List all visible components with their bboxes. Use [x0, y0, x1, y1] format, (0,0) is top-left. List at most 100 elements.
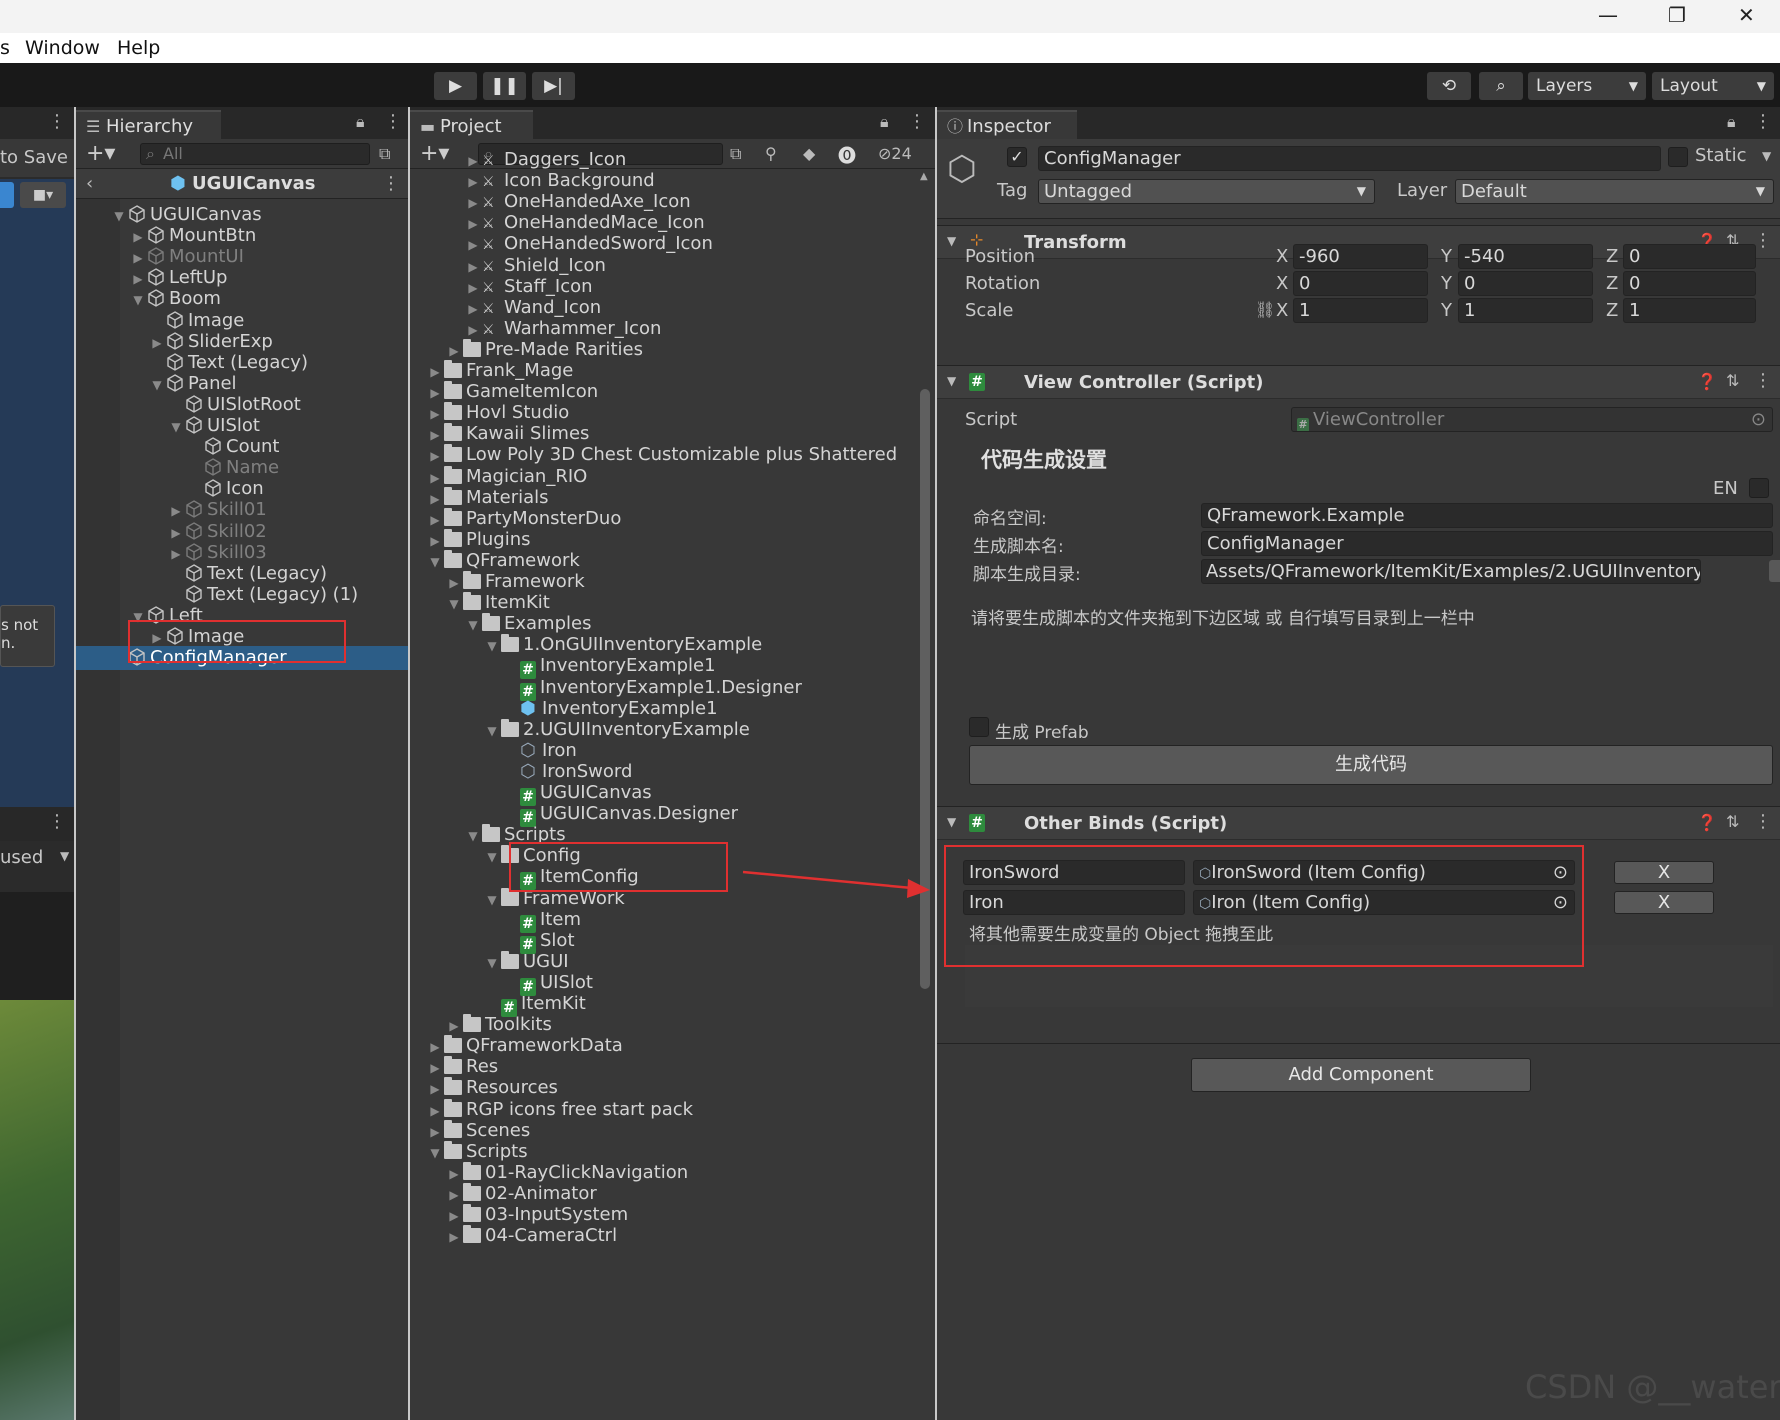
scene-visibility-icon[interactable]: ⧉ [379, 144, 390, 164]
project-item-label: Materials [466, 486, 549, 508]
project-item-label: UGUICanvas.Designer [540, 803, 739, 825]
scale-z-axis-label[interactable]: Z [1606, 300, 1618, 321]
layout-dropdown[interactable]: Layout ▼ [1652, 72, 1774, 100]
help-icon[interactable]: ❓ [1697, 372, 1717, 391]
close-button[interactable]: ✕ [1738, 3, 1755, 27]
warning-icon[interactable]: ⓿ [838, 142, 856, 168]
project-item-label: Resources [466, 1077, 558, 1099]
menu-window[interactable]: Window [25, 37, 100, 59]
position-z-axis-label[interactable]: Z [1606, 246, 1618, 267]
hierarchy-search-input[interactable]: ⌕ All [140, 143, 370, 165]
project-item-label: UGUICanvas [540, 782, 652, 803]
rotation-z-field[interactable]: 0 [1623, 271, 1756, 296]
menu-help[interactable]: Help [117, 37, 160, 59]
scroll-up-icon[interactable]: ▲ [920, 171, 928, 182]
more-icon[interactable]: ⋮ [1754, 370, 1772, 391]
add-icon[interactable]: +▾ [86, 141, 115, 166]
tab-hierarchy[interactable]: ☰ Hierarchy [76, 110, 221, 139]
more-icon[interactable]: ⋮ [1754, 111, 1772, 132]
filter-type-icon[interactable]: ⚲ [765, 144, 777, 163]
prefab-checkbox[interactable] [969, 717, 989, 737]
tab-inspector[interactable]: ⓘ Inspector [937, 110, 1077, 139]
restore-button[interactable]: ❐ [1668, 3, 1686, 27]
more-icon[interactable]: ⋮ [384, 111, 402, 132]
more-icon[interactable]: ⋮ [1754, 811, 1772, 832]
script-name-label: 生成脚本名: [973, 537, 1064, 557]
position-z-field[interactable]: 0 [1623, 244, 1756, 269]
menu-partial[interactable]: s [0, 37, 10, 59]
help-icon[interactable]: ❓ [1697, 813, 1717, 832]
scale-z-field[interactable]: 1 [1623, 298, 1756, 323]
project-item-label: QFramework [466, 549, 580, 571]
more-icon[interactable]: ⋮ [382, 173, 400, 194]
active-checkbox[interactable]: ✓ [1007, 147, 1027, 167]
folder-icon [444, 549, 462, 568]
label-icon[interactable]: ◆ [803, 144, 815, 163]
static-checkbox[interactable] [1668, 147, 1688, 167]
collapsed-arrow-icon[interactable]: ▶ [445, 1225, 463, 1249]
annotation-arrow [742, 870, 930, 898]
layers-dropdown[interactable]: Layers ▼ [1528, 72, 1646, 100]
chevron-down-icon[interactable]: ▼ [1762, 149, 1771, 163]
back-icon[interactable]: ‹ [86, 173, 93, 194]
position-x-axis-label[interactable]: X [1276, 246, 1288, 267]
more-icon[interactable]: ⋮ [908, 111, 926, 132]
pause-icon: ❚❚ [490, 76, 519, 96]
scene-view[interactable] [0, 179, 74, 807]
search-window-icon[interactable]: ⧉ [730, 144, 741, 164]
add-component-button[interactable]: Add Component [1191, 1058, 1531, 1092]
prefab-label: 生成 Prefab [995, 723, 1089, 743]
history-button[interactable]: ⟲ [1427, 72, 1471, 100]
rotation-y-axis-label[interactable]: Y [1441, 273, 1452, 294]
rotation-x-field[interactable]: 0 [1293, 271, 1428, 296]
scale-x-field[interactable]: 1 [1293, 298, 1428, 323]
remove-bind-button[interactable]: X [1614, 861, 1714, 884]
tab-project[interactable]: ▬ Project [410, 110, 533, 139]
rotation-z-axis-label[interactable]: Z [1606, 273, 1618, 294]
project-scrollbar[interactable]: ▲ [918, 169, 932, 1420]
otherbinds-header[interactable]: ▼ # Other Binds (Script) ❓ ⇅ ⋮ [937, 806, 1780, 840]
search-button[interactable]: ⌕ [1479, 72, 1523, 100]
layer-dropdown[interactable]: Default ▼ [1455, 179, 1774, 204]
project-item-label: QFrameworkData [466, 1035, 623, 1057]
hierarchy-item-label: UGUICanvas [150, 204, 262, 225]
pause-button[interactable]: ❚❚ [483, 72, 526, 100]
lock-icon[interactable]: 🔒︎ [880, 112, 889, 132]
project-item[interactable]: ▶ 04-CameraCtrl [410, 1224, 617, 1248]
position-y-axis-label[interactable]: Y [1441, 246, 1452, 267]
script-name-field[interactable]: ConfigManager [1201, 531, 1773, 556]
position-y-field[interactable]: -540 [1458, 244, 1593, 269]
preset-icon[interactable]: ⇅ [1726, 371, 1739, 390]
en-checkbox[interactable] [1749, 478, 1769, 498]
play-button[interactable]: ▶ [434, 72, 477, 100]
remove-bind-button[interactable]: X [1614, 891, 1714, 914]
more-icon[interactable]: ⋮ [1754, 230, 1772, 251]
scale-y-axis-label[interactable]: Y [1441, 300, 1452, 321]
minimize-button[interactable]: — [1598, 3, 1618, 27]
lock-icon[interactable]: 🔒︎ [356, 112, 365, 132]
more-icon[interactable]: ⋮ [48, 811, 66, 832]
namespace-field[interactable]: QFramework.Example [1201, 503, 1773, 528]
lock-icon[interactable]: 🔒︎ [1727, 112, 1736, 132]
script-dir-field[interactable]: Assets/QFramework/ItemKit/Examples/2.UGU… [1201, 559, 1701, 584]
preset-icon[interactable]: ⇅ [1726, 812, 1739, 831]
scale-y-field[interactable]: 1 [1458, 298, 1593, 323]
generate-code-button[interactable]: 生成代码 [969, 745, 1773, 785]
viewcontroller-header[interactable]: ▼ # View Controller (Script) ❓ ⇅ ⋮ [937, 365, 1780, 399]
tag-dropdown[interactable]: Untagged ▼ [1038, 179, 1375, 204]
rotation-y-field[interactable]: 0 [1458, 271, 1593, 296]
more-icon[interactable]: ⋮ [48, 111, 66, 132]
camera-icon[interactable]: ■▾ [20, 182, 66, 208]
rotation-x-axis-label[interactable]: X [1276, 273, 1288, 294]
browse-button[interactable] [1769, 560, 1780, 582]
object-name-field[interactable]: ConfigManager [1038, 146, 1661, 171]
hidden-packages-icon[interactable]: ⊘24 [878, 144, 912, 163]
constrain-proportions-icon[interactable]: ⛓ [1255, 300, 1275, 319]
project-item-label: Shield_Icon [504, 254, 606, 276]
step-button[interactable]: ▶| [532, 72, 575, 100]
project-item-label: Staff_Icon [504, 275, 593, 297]
scale-x-axis-label[interactable]: X [1276, 300, 1288, 321]
chevron-down-icon[interactable]: ▼ [60, 849, 69, 863]
scene-panel: ⋮ to Save ■▾ s not n. ⋮ used ▼ [0, 107, 74, 1420]
position-x-field[interactable]: -960 [1293, 244, 1428, 269]
